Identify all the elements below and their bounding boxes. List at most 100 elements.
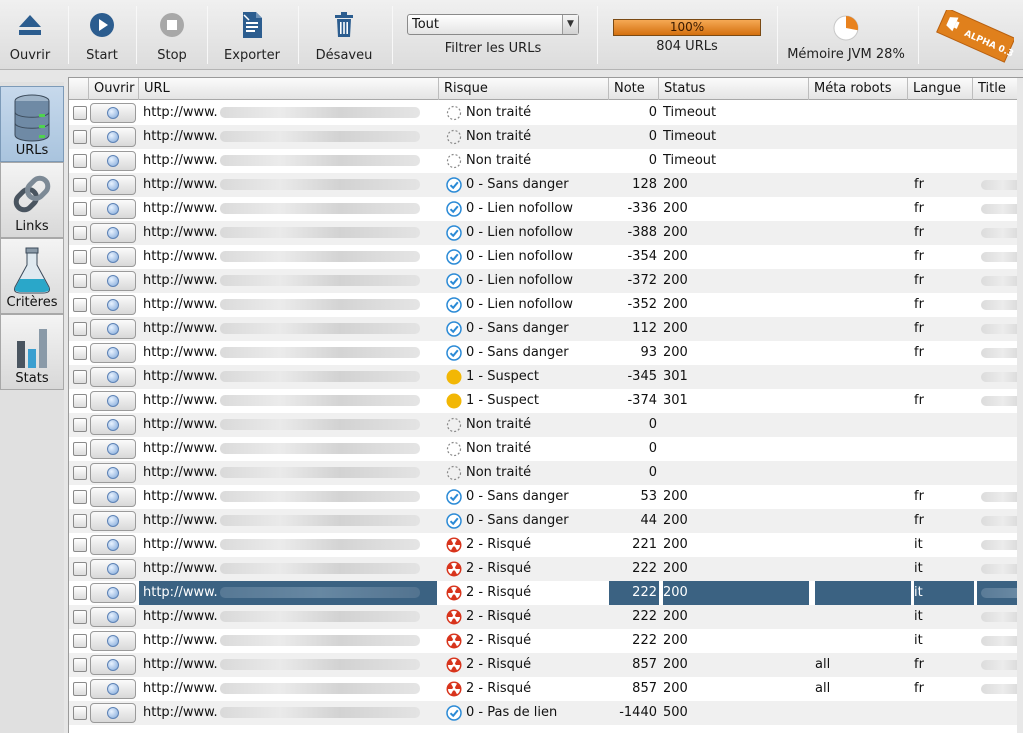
table-row[interactable]: http://www. Non traité 0 Timeout [69, 101, 1023, 125]
open-url-button[interactable] [90, 175, 136, 195]
open-button[interactable]: Ouvrir [6, 6, 54, 66]
column-header-status[interactable]: Status [659, 78, 809, 100]
row-checkbox[interactable] [73, 178, 87, 192]
row-checkbox[interactable] [73, 610, 87, 624]
row-checkbox[interactable] [73, 706, 87, 720]
open-url-button[interactable] [90, 583, 136, 603]
open-url-button[interactable] [90, 487, 136, 507]
table-row[interactable]: http://www. 0 - Sans danger 93 200 fr [69, 341, 1023, 365]
table-row[interactable]: http://www. Non traité 0 Timeout [69, 149, 1023, 173]
table-row[interactable]: http://www. 0 - Sans danger 53 200 fr [69, 485, 1023, 509]
row-checkbox[interactable] [73, 634, 87, 648]
table-row[interactable]: http://www. 0 - Lien nofollow -388 200 fr [69, 221, 1023, 245]
open-url-button[interactable] [90, 367, 136, 387]
row-checkbox[interactable] [73, 226, 87, 240]
row-checkbox[interactable] [73, 514, 87, 528]
url-filter-select[interactable]: Tout ▼ [407, 14, 579, 35]
url-cell: http://www. [139, 197, 437, 221]
nav-item-stats[interactable]: Stats [0, 314, 64, 390]
nav-item-criteria[interactable]: Critères [0, 238, 64, 314]
table-row[interactable]: http://www. Non traité 0 [69, 413, 1023, 437]
table-row[interactable]: http://www. 0 - Lien nofollow -354 200 fr [69, 245, 1023, 269]
table-row[interactable]: http://www. 2 - Risqué 222 200 it [69, 581, 1023, 605]
open-url-button[interactable] [90, 415, 136, 435]
row-checkbox[interactable] [73, 658, 87, 672]
status-cell: 200 [663, 537, 688, 552]
row-checkbox[interactable] [73, 322, 87, 336]
table-row[interactable]: http://www. Non traité 0 [69, 437, 1023, 461]
open-url-button[interactable] [90, 103, 136, 123]
row-checkbox[interactable] [73, 106, 87, 120]
row-checkbox[interactable] [73, 586, 87, 600]
open-url-button[interactable] [90, 631, 136, 651]
open-url-button[interactable] [90, 199, 136, 219]
nav-item-links[interactable]: Links [0, 162, 64, 238]
row-checkbox[interactable] [73, 418, 87, 432]
row-checkbox[interactable] [73, 370, 87, 384]
column-header-url[interactable]: URL [139, 78, 439, 100]
row-checkbox[interactable] [73, 538, 87, 552]
row-checkbox[interactable] [73, 154, 87, 168]
row-checkbox[interactable] [73, 682, 87, 696]
table-row[interactable]: http://www. 2 - Risqué 222 200 it [69, 557, 1023, 581]
column-header-meta-robots[interactable]: Méta robots [809, 78, 908, 100]
open-url-button[interactable] [90, 127, 136, 147]
table-row[interactable]: http://www. 0 - Sans danger 112 200 fr [69, 317, 1023, 341]
row-checkbox[interactable] [73, 130, 87, 144]
open-url-button[interactable] [90, 343, 136, 363]
column-header-select[interactable] [69, 78, 89, 100]
open-url-button[interactable] [90, 391, 136, 411]
nav-item-urls[interactable]: URLs [0, 86, 64, 162]
table-row[interactable]: http://www. 2 - Risqué 222 200 it [69, 629, 1023, 653]
table-row[interactable]: http://www. 2 - Risqué 221 200 it [69, 533, 1023, 557]
table-row[interactable]: http://www. 0 - Pas de lien -1440 500 [69, 701, 1023, 725]
row-checkbox[interactable] [73, 298, 87, 312]
open-url-button[interactable] [90, 463, 136, 483]
row-checkbox[interactable] [73, 202, 87, 216]
table-row[interactable]: http://www. 0 - Lien nofollow -336 200 fr [69, 197, 1023, 221]
vertical-scrollbar[interactable] [1017, 78, 1023, 733]
open-url-button[interactable] [90, 535, 136, 555]
open-url-button[interactable] [90, 607, 136, 627]
disavow-button[interactable]: Désaveu [312, 6, 376, 66]
column-header-title[interactable]: Title [973, 78, 1023, 100]
column-header-open[interactable]: Ouvrir [89, 78, 139, 100]
row-checkbox[interactable] [73, 250, 87, 264]
table-row[interactable]: http://www. 0 - Lien nofollow -372 200 fr [69, 269, 1023, 293]
open-url-button[interactable] [90, 247, 136, 267]
export-button[interactable]: Exporter [220, 6, 284, 66]
open-url-button[interactable] [90, 295, 136, 315]
table-row[interactable]: http://www. Non traité 0 Timeout [69, 125, 1023, 149]
table-row[interactable]: http://www. 2 - Risqué 857 200 all fr [69, 677, 1023, 701]
open-url-button[interactable] [90, 271, 136, 291]
row-checkbox[interactable] [73, 346, 87, 360]
stop-button[interactable]: Stop [148, 6, 196, 66]
open-url-button[interactable] [90, 151, 136, 171]
row-checkbox[interactable] [73, 442, 87, 456]
column-header-language[interactable]: Langue [908, 78, 973, 100]
row-checkbox[interactable] [73, 490, 87, 504]
row-checkbox[interactable] [73, 562, 87, 576]
open-url-button[interactable] [90, 319, 136, 339]
table-row[interactable]: http://www. 0 - Sans danger 128 200 fr [69, 173, 1023, 197]
column-header-risk[interactable]: Risque [439, 78, 609, 100]
table-row[interactable]: http://www. Non traité 0 [69, 461, 1023, 485]
row-checkbox[interactable] [73, 274, 87, 288]
table-row[interactable]: http://www. 0 - Sans danger 44 200 fr [69, 509, 1023, 533]
table-row[interactable]: http://www. 1 - Suspect -345 301 [69, 365, 1023, 389]
table-row[interactable]: http://www. 2 - Risqué 222 200 it [69, 605, 1023, 629]
open-url-button[interactable] [90, 559, 136, 579]
open-url-button[interactable] [90, 439, 136, 459]
open-url-button[interactable] [90, 679, 136, 699]
table-row[interactable]: http://www. 1 - Suspect -374 301 fr [69, 389, 1023, 413]
start-button[interactable]: Start [78, 6, 126, 66]
table-row[interactable]: http://www. 0 - Lien nofollow -352 200 fr [69, 293, 1023, 317]
open-url-button[interactable] [90, 223, 136, 243]
column-header-score[interactable]: Note [609, 78, 659, 100]
open-url-button[interactable] [90, 703, 136, 723]
open-url-button[interactable] [90, 511, 136, 531]
open-url-button[interactable] [90, 655, 136, 675]
row-checkbox[interactable] [73, 466, 87, 480]
row-checkbox[interactable] [73, 394, 87, 408]
table-row[interactable]: http://www. 2 - Risqué 857 200 all fr [69, 653, 1023, 677]
